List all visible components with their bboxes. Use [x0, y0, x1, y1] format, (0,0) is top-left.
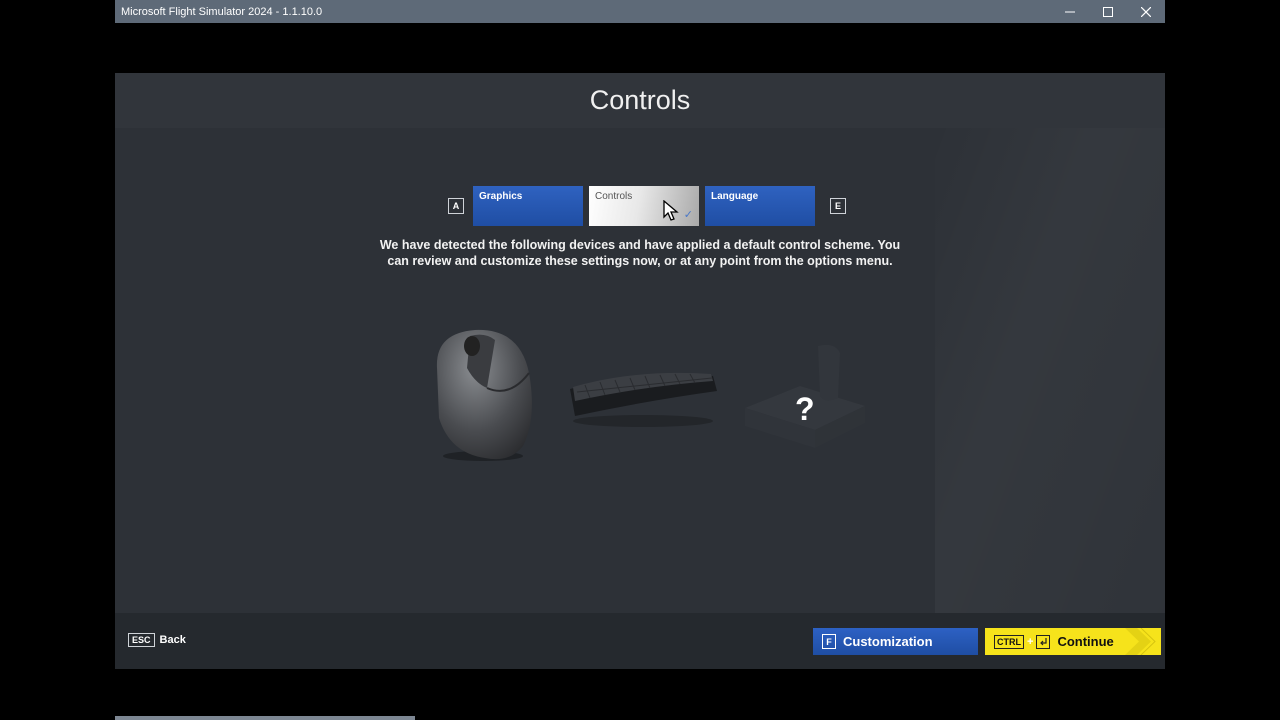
f-key: F — [822, 634, 836, 649]
mouse-icon — [436, 329, 532, 461]
title-bar[interactable]: Microsoft Flight Simulator 2024 - 1.1.10… — [115, 0, 1165, 23]
maximize-button[interactable] — [1089, 0, 1127, 23]
customization-button[interactable]: F Customization — [813, 628, 978, 655]
footer-bar: ESC Back F Customization CTRL + Continue — [115, 613, 1165, 669]
customization-label: Customization — [843, 634, 933, 649]
page-title: Controls — [589, 85, 691, 115]
page-header: Controls — [115, 73, 1165, 128]
detected-devices: ? — [115, 313, 1165, 473]
minimize-button[interactable] — [1051, 0, 1089, 23]
taskbar-strip — [115, 716, 415, 720]
minimize-icon — [1065, 11, 1075, 12]
description-line: can review and customize these settings … — [387, 254, 893, 268]
description-line: We have detected the following devices a… — [379, 238, 901, 252]
keyboard-icon — [570, 372, 717, 427]
close-button[interactable] — [1127, 0, 1165, 23]
ctrl-key: CTRL — [994, 634, 1024, 649]
next-tab-key[interactable]: E — [830, 198, 846, 214]
close-icon — [1141, 6, 1151, 17]
continue-label: Continue — [1057, 634, 1114, 649]
tab-controls[interactable]: Controls ✓ — [589, 186, 699, 226]
back-button[interactable]: ESC Back — [128, 633, 186, 647]
plus-sign: + — [1027, 635, 1034, 648]
esc-key: ESC — [128, 633, 155, 647]
app-window: Microsoft Flight Simulator 2024 - 1.1.10… — [115, 0, 1165, 720]
chevron-right-icon — [1125, 628, 1161, 655]
continue-button[interactable]: CTRL + Continue — [985, 628, 1161, 655]
tab-language[interactable]: Language — [705, 186, 815, 226]
maximize-icon — [1103, 6, 1113, 17]
checkmark-icon: ✓ — [683, 209, 693, 221]
tab-label: Graphics — [479, 191, 523, 202]
enter-key-icon — [1036, 634, 1051, 649]
setup-screen: Controls A Graphics Controls ✓ Language … — [115, 73, 1165, 669]
tab-label: Controls — [595, 191, 633, 202]
tab-graphics[interactable]: Graphics — [473, 186, 583, 226]
tab-label: Language — [711, 191, 759, 202]
device-description: We have detected the following devices a… — [115, 237, 1165, 269]
window-title: Microsoft Flight Simulator 2024 - 1.1.10… — [121, 5, 323, 18]
setup-tabs: A Graphics Controls ✓ Language E — [448, 186, 846, 226]
unknown-device-indicator: ? — [795, 391, 815, 427]
back-label: Back — [159, 634, 186, 646]
mouse-cursor-icon — [663, 200, 679, 221]
prev-tab-key[interactable]: A — [448, 198, 464, 214]
